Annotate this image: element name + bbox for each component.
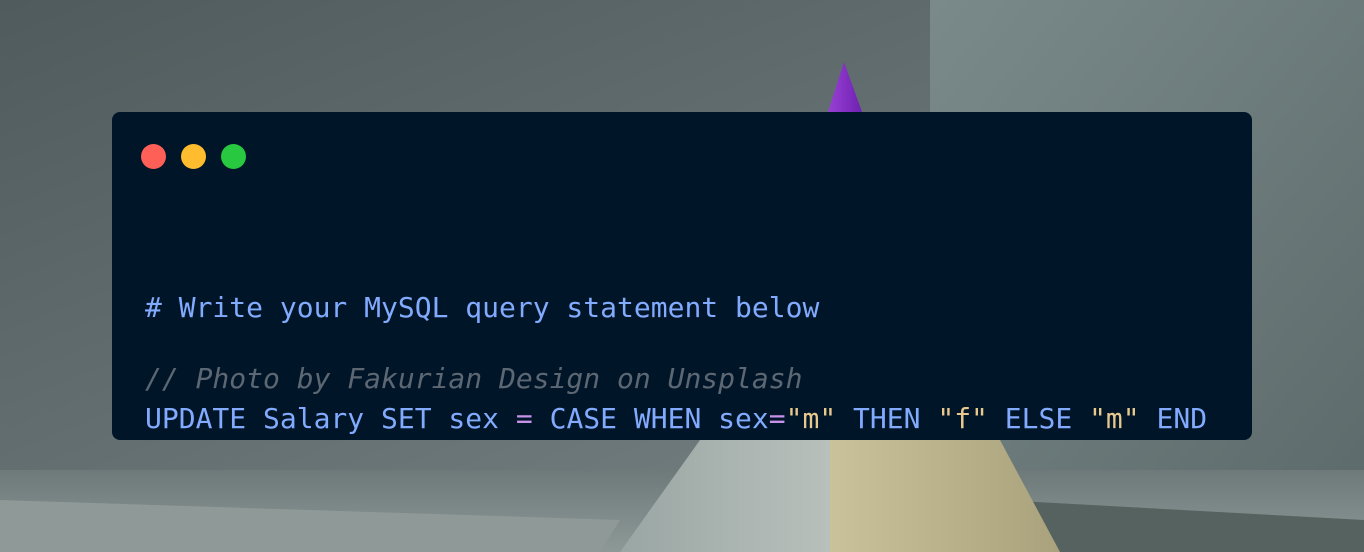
photo-credit-comment: // Photo by Fakurian Design on Unsplash: [145, 362, 803, 395]
code-token: ELSE: [987, 402, 1090, 435]
code-token: "m": [785, 402, 837, 435]
code-token: "f": [937, 402, 988, 435]
code-comment-line: # Write your MySQL query statement below: [145, 291, 820, 324]
minimize-dot-icon[interactable]: [181, 144, 206, 169]
code-token: END: [1139, 402, 1208, 435]
code-token: UPDATE Salary SET sex: [145, 402, 516, 435]
close-dot-icon[interactable]: [141, 144, 166, 169]
code-token: =: [768, 402, 786, 435]
maximize-dot-icon[interactable]: [221, 144, 246, 169]
code-token: CASE WHEN sex: [532, 402, 769, 435]
code-token: THEN: [836, 402, 938, 435]
window-controls: [141, 144, 246, 169]
code-statement-line: UPDATE Salary SET sex = CASE WHEN sex="m…: [145, 400, 1207, 437]
code-token: =: [515, 402, 533, 435]
code-token: "m": [1089, 402, 1140, 435]
code-window: # Write your MySQL query statement below…: [112, 112, 1252, 440]
